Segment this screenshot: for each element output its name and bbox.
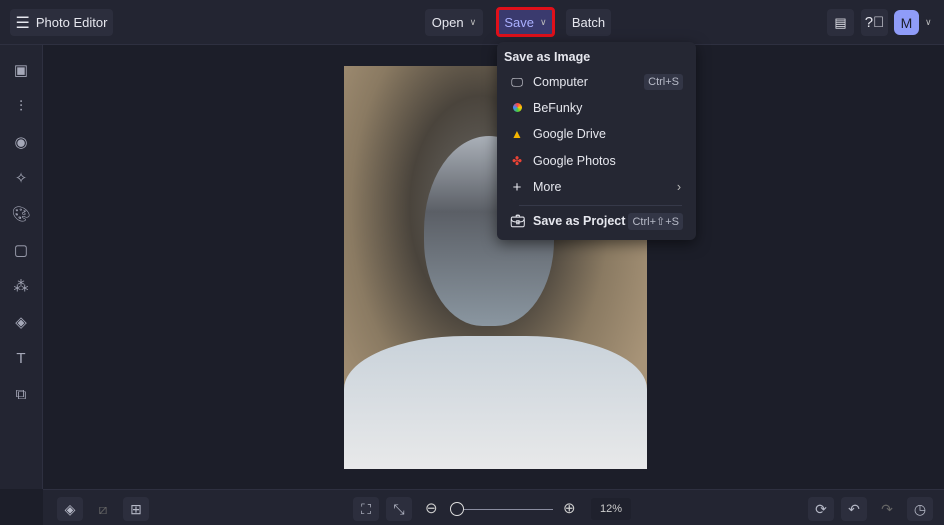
- portrait-shirt: [344, 336, 647, 469]
- befunky-icon: [510, 101, 524, 115]
- overlay-icon[interactable]: ⧉: [11, 385, 31, 405]
- item-label: Google Drive: [533, 127, 606, 141]
- save-dropdown-menu: Save as Image 🖵 Computer Ctrl+S BeFunky ▲…: [497, 42, 696, 240]
- save-to-google-drive[interactable]: ▲ Google Drive: [497, 121, 696, 147]
- save-to-google-photos[interactable]: ✤ Google Photos: [497, 148, 696, 174]
- help-icon: ?⃝: [864, 14, 885, 31]
- chevron-down-icon: ∨: [469, 17, 477, 27]
- chevron-down-icon[interactable]: ∨: [925, 17, 932, 28]
- menu-button[interactable]: ☰ Photo Editor: [10, 9, 113, 36]
- save-label: Save: [504, 14, 535, 30]
- actual-size-icon[interactable]: ⤡: [386, 497, 412, 521]
- item-label: Google Photos: [533, 154, 616, 168]
- menu-heading: Save as Image: [504, 50, 591, 64]
- save-to-computer[interactable]: 🖵 Computer Ctrl+S: [497, 69, 696, 95]
- history-icon[interactable]: ◷: [907, 497, 933, 521]
- help-button[interactable]: ?⃝: [861, 9, 888, 36]
- briefcase-icon: 💼︎: [510, 214, 526, 228]
- comment-icon: ▤: [834, 14, 847, 30]
- top-bar: ☰ Photo Editor Open ∨ Save ∨ Batch ▤ ?⃝ M …: [0, 0, 944, 45]
- tool-sidebar: ▣ ⫶ ◉ ✧ 🎨︎ ▢ ⁂ ◈ T ⧉: [0, 45, 43, 489]
- layers-icon[interactable]: ◈: [57, 497, 83, 521]
- zoom-percentage[interactable]: 12%: [591, 498, 631, 520]
- open-button[interactable]: Open ∨: [425, 9, 483, 36]
- comments-button[interactable]: ▤: [827, 9, 854, 36]
- item-label: BeFunky: [533, 101, 583, 115]
- frame-icon[interactable]: ▢: [11, 241, 31, 261]
- bottom-toolbar: ◈ ⧄ ⊞ ⛶ ⤡ ⊖ ⊕ 12% ⟳ ↶ ↷ ◷: [43, 489, 944, 525]
- open-label: Open: [431, 15, 464, 30]
- redo-icon[interactable]: ↷: [874, 497, 900, 521]
- chevron-down-icon: ∨: [540, 16, 547, 27]
- compare-icon[interactable]: ⧄: [90, 497, 116, 521]
- save-button[interactable]: Save ∨: [496, 7, 555, 37]
- fit-screen-icon[interactable]: ⛶: [353, 497, 379, 521]
- shortcut: Ctrl+S: [644, 74, 683, 90]
- item-label: More: [533, 180, 562, 194]
- save-more[interactable]: + More ›: [497, 174, 696, 200]
- refresh-icon[interactable]: ⟳: [808, 497, 834, 521]
- google-drive-icon: ▲: [511, 127, 523, 141]
- plus-icon: +: [512, 178, 522, 196]
- zoom-out-icon[interactable]: ⊖: [425, 499, 438, 517]
- undo-icon[interactable]: ↶: [841, 497, 867, 521]
- grid-icon[interactable]: ⊞: [123, 497, 149, 521]
- zoom-slider[interactable]: [457, 509, 553, 510]
- divider: [519, 205, 682, 206]
- google-photos-icon: ✤: [511, 154, 523, 168]
- text-icon[interactable]: T: [11, 349, 31, 369]
- palette-icon[interactable]: 🎨︎: [11, 205, 31, 225]
- avatar-initial: M: [900, 14, 913, 31]
- hamburger-icon: ☰: [15, 14, 30, 32]
- eye-icon[interactable]: ◉: [11, 133, 31, 153]
- texture-icon[interactable]: ◈: [11, 313, 31, 333]
- app-title: Photo Editor: [35, 15, 108, 30]
- save-as-project[interactable]: 💼︎ Save as Project Ctrl+⇧+S: [497, 208, 696, 234]
- zoom-in-icon[interactable]: ⊕: [563, 499, 576, 517]
- avatar[interactable]: M: [894, 10, 919, 35]
- shapes-icon[interactable]: ⁂: [11, 277, 31, 297]
- chevron-right-icon: ›: [676, 180, 681, 194]
- save-to-befunky[interactable]: BeFunky: [497, 95, 696, 121]
- monitor-icon: 🖵: [511, 74, 523, 89]
- adjust-icon[interactable]: ⫶: [11, 97, 31, 117]
- item-label: Save as Project: [533, 214, 626, 228]
- batch-label: Batch: [571, 15, 606, 30]
- shortcut: Ctrl+⇧+S: [628, 212, 683, 230]
- batch-button[interactable]: Batch: [566, 9, 611, 36]
- image-icon[interactable]: ▣: [11, 61, 31, 81]
- zoom-slider-handle[interactable]: [450, 502, 464, 516]
- item-label: Computer: [533, 75, 588, 89]
- effects-icon[interactable]: ✧: [11, 169, 31, 189]
